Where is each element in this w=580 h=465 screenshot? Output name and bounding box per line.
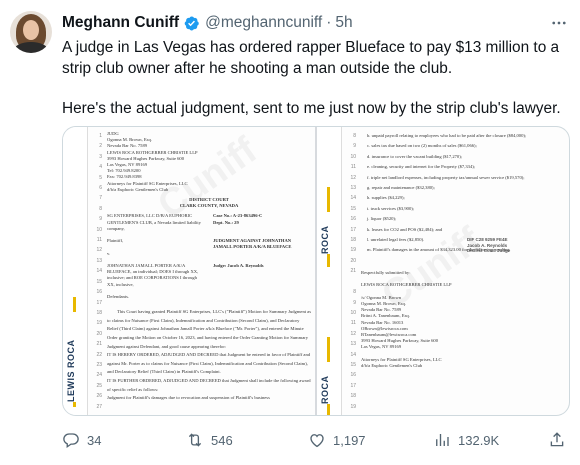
tweet-image[interactable]: LEWIS ROCA 1 2 3 4 5 6 7 8 9 10 11 12 13 14 15 16 17 18 19… — [62, 126, 570, 416]
rail-logo-text: LEWIS ROCA — [66, 312, 82, 402]
line-numbers-right: 8 9 10 11 12 13 14 15 16 17 18 19 20 21 8 9 10 11 12 13 14 1… — [350, 133, 356, 410]
doc-body: This Court having granted Plaintiff SG E… — [107, 309, 312, 401]
reply-icon — [63, 433, 79, 449]
tweet-actions: 34 546 1,197 132.9K — [62, 430, 568, 450]
rail-logo-text-top: ROCA — [320, 212, 336, 254]
repost-icon — [188, 433, 202, 447]
line-numbers: 1 2 3 4 5 6 7 8 9 10 11 12 13 14 15 16 17 18 19 20 21 22 23 24 2… — [96, 133, 102, 410]
separator-dot: · — [326, 14, 332, 31]
timestamp[interactable]: 5h — [335, 14, 352, 32]
tweet-paragraph-2: Here's the actual judgment, sent to me j… — [62, 100, 561, 117]
doc-parties: SG ENTERPRISES, LLC D/B/A EUPHORIC GENTL… — [107, 213, 201, 300]
view-count: 132.9K — [458, 432, 500, 448]
page-rail-right: ROCA ROCA — [317, 127, 342, 415]
document-page-right: ROCA ROCA 8 9 10 11 12 13 14 15 16 17 18 19 20 21 891… — [317, 127, 569, 415]
document-page-left: LEWIS ROCA 1 2 3 4 5 6 7 8 9 10 11 12 13 14 15 16 17 18 19… — [63, 127, 315, 415]
repost-button[interactable]: 546 — [186, 430, 233, 450]
heart-icon — [310, 434, 324, 448]
reply-button[interactable]: 34 — [62, 430, 101, 450]
more-options-icon[interactable] — [550, 14, 568, 37]
tweet-header: Meghann Cuniff @meghanncuniff · 5h — [62, 12, 353, 34]
tweet-text: A judge in Las Vegas has ordered rapper … — [62, 38, 568, 120]
analytics-icon — [436, 434, 449, 446]
doc-case-info: Case No.: A-23-863496-C Dept. No.: 29 JU… — [213, 213, 292, 269]
repost-count: 546 — [211, 432, 233, 448]
rail-logo-text-bottom: ROCA — [320, 362, 336, 404]
share-icon — [550, 432, 564, 447]
tweet-paragraph-1: A judge in Las Vegas has ordered rapper … — [62, 39, 560, 77]
page-rail: LEWIS ROCA — [63, 127, 88, 415]
reply-count: 34 — [87, 432, 102, 448]
like-count: 1,197 — [333, 432, 366, 448]
verified-badge-icon — [183, 15, 200, 32]
views-button[interactable]: 132.9K — [433, 430, 499, 450]
avatar[interactable] — [10, 11, 52, 53]
author-handle[interactable]: @meghanncuniff — [205, 14, 322, 32]
author-name[interactable]: Meghann Cuniff — [62, 14, 179, 32]
like-button[interactable]: 1,197 — [308, 430, 366, 450]
share-button[interactable] — [548, 430, 566, 450]
